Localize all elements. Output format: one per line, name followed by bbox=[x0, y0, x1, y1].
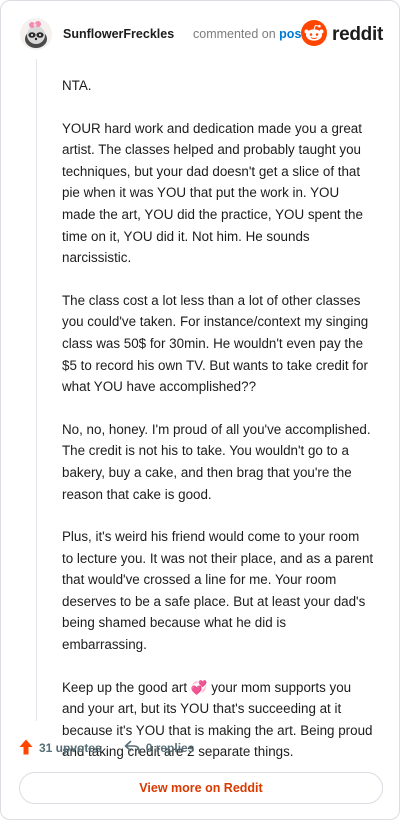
reddit-wordmark: reddit bbox=[332, 24, 383, 45]
comment-paragraph: NTA. bbox=[62, 78, 92, 93]
commented-on-text: commented on bbox=[193, 27, 276, 41]
comment-embed-card: SunflowerFreckles commented on post redd… bbox=[0, 0, 400, 820]
reply-arrow-icon bbox=[124, 740, 140, 757]
comment-paragraph: No, no, honey. I'm proud of all you've a… bbox=[62, 421, 371, 502]
upvote-button[interactable]: 31 upvotes bbox=[19, 739, 102, 758]
upvote-count: 31 upvotes bbox=[39, 741, 102, 755]
reply-button[interactable]: 0 replies bbox=[124, 740, 195, 757]
comment-paragraph: Plus, it's weird his friend would come t… bbox=[62, 529, 374, 653]
view-more-on-reddit-button[interactable]: View more on Reddit bbox=[19, 772, 383, 804]
comment-paragraph: The class cost a lot less than a lot of … bbox=[62, 292, 369, 395]
comment-header: SunflowerFreckles commented on post redd… bbox=[19, 15, 383, 55]
comment-paragraph: YOUR hard work and dedication made you a… bbox=[62, 120, 363, 266]
comment-meta: commented on post bbox=[193, 27, 306, 41]
reply-count: 0 replies bbox=[145, 741, 195, 755]
upvote-arrow-icon bbox=[19, 739, 33, 758]
comment-body: NTA. YOUR hard work and dedication made … bbox=[62, 75, 374, 784]
reddit-snoo-icon bbox=[301, 19, 328, 51]
thread-line bbox=[36, 59, 37, 721]
raccoon-avatar-icon[interactable] bbox=[19, 17, 53, 51]
comment-actions: 31 upvotes 0 replies bbox=[19, 737, 194, 759]
username[interactable]: SunflowerFreckles bbox=[63, 27, 174, 41]
reddit-logo[interactable]: reddit bbox=[301, 19, 383, 51]
